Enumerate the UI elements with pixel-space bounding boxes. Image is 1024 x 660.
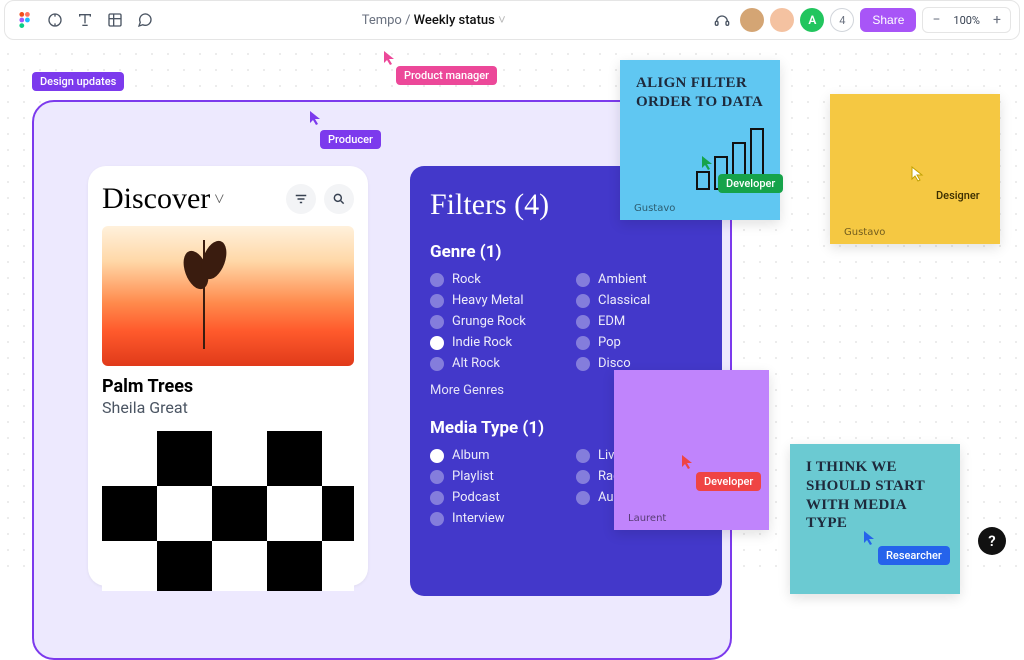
cursor-label-researcher: Researcher (878, 546, 950, 565)
sticky-note[interactable]: I think we should start with media type (790, 444, 960, 594)
cursor-developer (680, 454, 696, 470)
filter-option[interactable]: Playlist (430, 469, 556, 484)
filter-option[interactable]: Indie Rock (430, 335, 556, 350)
sticky-author: Gustavo (634, 203, 675, 214)
sticky-author: Laurent (628, 513, 666, 524)
filter-option[interactable]: Alt Rock (430, 356, 556, 371)
breadcrumb[interactable]: Tempo / Weekly status ˅ (157, 12, 710, 28)
discover-title[interactable]: Discover ˅ (102, 182, 224, 216)
comment-tool-icon[interactable] (133, 8, 157, 32)
avatar[interactable] (740, 8, 764, 32)
cursor-label-developer: Developer (718, 174, 783, 193)
section-tool-icon[interactable] (103, 8, 127, 32)
user-count-badge[interactable]: 4 (830, 8, 854, 32)
cursor-label-product-manager: Product manager (396, 66, 497, 85)
figma-menu-icon[interactable] (13, 8, 37, 32)
zoom-in-button[interactable]: + (986, 9, 1008, 31)
sticky-author: Gustavo (844, 227, 885, 238)
zoom-label[interactable]: 100% (949, 14, 984, 27)
avatar-self[interactable]: A (800, 8, 824, 32)
filter-option[interactable]: EDM (576, 314, 702, 329)
cursor-label-developer: Developer (696, 472, 761, 491)
filter-option[interactable]: Interview (430, 511, 556, 526)
move-tool-icon[interactable] (43, 8, 67, 32)
zoom-control: − 100% + (922, 7, 1011, 33)
sticky-note[interactable]: Laurent (614, 370, 769, 530)
filter-option[interactable]: Heavy Metal (430, 293, 556, 308)
genre-heading: Genre (1) (430, 242, 702, 262)
hero-image (102, 226, 354, 366)
top-toolbar: Tempo / Weekly status ˅ A 4 Share − 100%… (4, 0, 1020, 40)
checker-art (102, 431, 354, 591)
cursor-designer (910, 166, 926, 182)
filter-option[interactable]: Rock (430, 272, 556, 287)
share-button[interactable]: Share (860, 8, 916, 32)
song-artist: Sheila Great (102, 398, 354, 417)
cursor-product-manager (382, 50, 398, 66)
cursor-developer (700, 155, 716, 171)
section-label[interactable]: Design updates (32, 72, 124, 91)
sticky-text: Align filter order to data (636, 74, 764, 112)
filter-option[interactable]: Classical (576, 293, 702, 308)
filter-option[interactable]: Album (430, 448, 556, 463)
filters-title: Filters (4) (430, 188, 549, 222)
cursor-label-producer: Producer (320, 130, 381, 149)
cursor-producer (308, 110, 324, 126)
discover-card[interactable]: Discover ˅ Palm Trees Sheila Great (88, 166, 368, 586)
zoom-out-button[interactable]: − (925, 9, 947, 31)
breadcrumb-page[interactable]: Weekly status (414, 13, 495, 28)
breadcrumb-project[interactable]: Tempo (362, 13, 402, 28)
filter-option[interactable]: Pop (576, 335, 702, 350)
avatar[interactable] (770, 8, 794, 32)
help-button[interactable]: ? (978, 527, 1006, 555)
cursor-researcher (862, 530, 878, 546)
song-title: Palm Trees (102, 376, 354, 397)
audio-icon[interactable] (710, 8, 734, 32)
cursor-label-designer: Designer (928, 186, 988, 205)
sticky-text: I think we should start with media type (806, 458, 944, 533)
search-icon[interactable] (324, 184, 354, 214)
filter-option[interactable]: Grunge Rock (430, 314, 556, 329)
chevron-down-icon[interactable]: ˅ (214, 189, 224, 210)
filter-option[interactable]: Podcast (430, 490, 556, 505)
frame-tool-icon[interactable] (73, 8, 97, 32)
filter-option[interactable]: Ambient (576, 272, 702, 287)
filter-icon[interactable] (286, 184, 316, 214)
sticky-note[interactable]: Align filter order to data Gustavo (620, 60, 780, 220)
filter-option[interactable]: Disco (576, 356, 702, 371)
